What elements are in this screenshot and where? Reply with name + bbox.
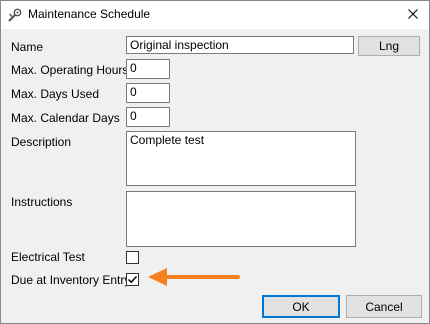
close-icon bbox=[408, 8, 418, 22]
max-days-used-field[interactable]: 0 bbox=[126, 83, 170, 103]
description-label: Description bbox=[11, 135, 72, 149]
maintenance-schedule-dialog: Maintenance Schedule Name Original inspe… bbox=[0, 0, 430, 324]
dialog-body: Name Original inspection Lng Max. Operat… bbox=[1, 30, 429, 323]
window-title: Maintenance Schedule bbox=[28, 7, 151, 21]
due-at-inventory-entry-label: Due at Inventory Entry bbox=[11, 273, 131, 287]
instructions-field[interactable] bbox=[126, 191, 356, 247]
electrical-test-label: Electrical Test bbox=[11, 250, 85, 264]
wrench-gear-icon bbox=[7, 7, 23, 23]
max-calendar-days-field[interactable]: 0 bbox=[126, 107, 170, 127]
name-field[interactable]: Original inspection bbox=[126, 36, 354, 54]
cancel-button[interactable]: Cancel bbox=[346, 295, 422, 318]
description-field[interactable]: Complete test bbox=[126, 131, 356, 186]
max-calendar-days-label: Max. Calendar Days bbox=[11, 111, 120, 125]
ok-button[interactable]: OK bbox=[262, 295, 340, 318]
title-bar: Maintenance Schedule bbox=[1, 1, 429, 29]
arrow-left-icon bbox=[147, 267, 241, 287]
electrical-test-checkbox[interactable] bbox=[126, 251, 139, 264]
instructions-label: Instructions bbox=[11, 195, 73, 209]
close-button[interactable] bbox=[399, 2, 427, 28]
max-operating-hours-field[interactable]: 0 bbox=[126, 59, 170, 79]
max-operating-hours-label: Max. Operating Hours bbox=[11, 63, 129, 77]
due-at-inventory-entry-checkbox[interactable] bbox=[126, 273, 139, 286]
max-days-used-label: Max. Days Used bbox=[11, 87, 100, 101]
name-label: Name bbox=[11, 40, 44, 54]
lng-button[interactable]: Lng bbox=[358, 36, 420, 56]
